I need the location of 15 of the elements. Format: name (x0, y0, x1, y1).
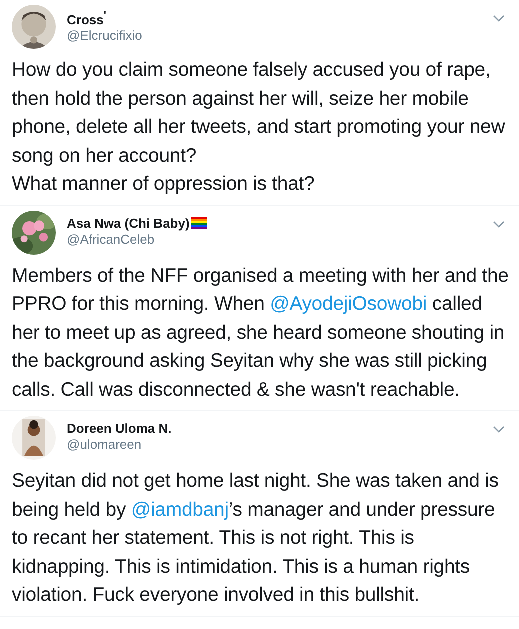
caret-icon[interactable] (493, 15, 505, 23)
rainbow-flag-icon (190, 217, 207, 229)
user-name: Cross$^{'}$ (67, 10, 106, 28)
caret-icon[interactable] (493, 426, 505, 434)
user-handle: @ulomareen (67, 437, 143, 452)
caret-icon[interactable] (493, 220, 505, 228)
tweet-text: Seyitan did not get home last night. She was taken and is being held by @iamdbanj’s manager and under pressure to recant her statement. This is not right. This is kidnapping. This is intimidation. This is a human rights violation. Fuck everyone involved in this bullshit. (12, 469, 500, 608)
mention-link[interactable]: @AyodejiOsowobi (270, 293, 428, 315)
user-handle: @Elcrucifixio (67, 28, 144, 44)
user-handle: @AfricanCeleb (67, 232, 156, 246)
user-name: Asa Nwa (Chi Baby) (67, 216, 190, 230)
tweet-text: Members of the NFF organised a meeting with her and the PPRO for this morning. When @AyodejiOsowobi called her to meet up as agreed, she heard someone shouting in the background asking Seyitan why she was still picking calls. Call was disconnected & she wasn't reachable. (12, 264, 510, 402)
tweet-text: How do you claim someone falsely accused you of rape, then hold the person against her will, seize her mobile phone, delete all her tweets, and start promoting your new song on her account? What manner of oppression is that? (12, 58, 506, 197)
user-name: Doreen Uloma N. (67, 421, 172, 436)
mention-link[interactable]: @iamdbanj (131, 498, 229, 520)
